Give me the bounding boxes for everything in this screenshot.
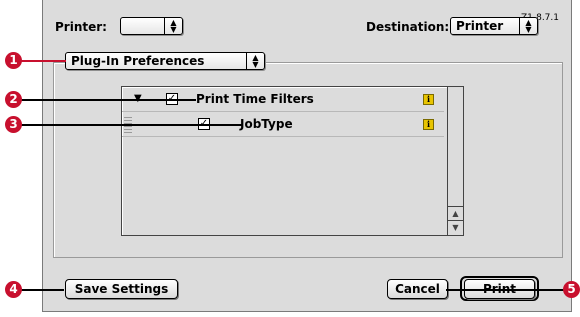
callout-1: 1 xyxy=(5,52,22,69)
popup-arrows-icon: ▲ ▼ xyxy=(246,53,264,69)
callout-line xyxy=(16,289,64,291)
callout-2: 2 xyxy=(5,91,22,108)
callout-line xyxy=(446,289,568,291)
scroll-up-icon[interactable]: ▲ xyxy=(448,206,463,221)
list-item-label: JobType xyxy=(240,117,293,131)
list-scrollbar[interactable]: ▲ ▼ xyxy=(447,87,463,235)
print-dialog: Z1-8.7.1 Printer: ▲ ▼ Destination: Printe… xyxy=(42,0,572,312)
callout-5: 5 xyxy=(563,281,580,298)
destination-label: Destination: xyxy=(366,20,450,34)
section-popup[interactable]: Plug-In Preferences ▲ ▼ xyxy=(65,52,265,70)
callout-3: 3 xyxy=(5,116,22,133)
section-popup-value: Plug-In Preferences xyxy=(71,54,205,68)
plugin-list[interactable]: ▼ ✓ Print Time Filters i ✓ JobType i ▲ ▼ xyxy=(121,86,464,236)
info-icon[interactable]: i xyxy=(423,94,434,105)
callout-line xyxy=(16,124,242,126)
destination-popup-value: Printer xyxy=(456,19,504,33)
printer-label: Printer: xyxy=(55,20,107,34)
destination-popup[interactable]: Printer ▲ ▼ xyxy=(450,17,538,35)
callout-line xyxy=(16,99,196,101)
list-item-label: Print Time Filters xyxy=(196,92,314,106)
info-icon[interactable]: i xyxy=(423,119,434,130)
callout-line xyxy=(16,60,66,62)
callout-4: 4 xyxy=(5,281,22,298)
scroll-down-icon[interactable]: ▼ xyxy=(448,220,463,235)
save-settings-button[interactable]: Save Settings xyxy=(65,279,178,299)
popup-arrows-icon: ▲ ▼ xyxy=(164,18,182,34)
printer-popup[interactable]: ▲ ▼ xyxy=(120,17,183,35)
cancel-button[interactable]: Cancel xyxy=(387,279,448,299)
popup-arrows-icon: ▲ ▼ xyxy=(519,18,537,34)
